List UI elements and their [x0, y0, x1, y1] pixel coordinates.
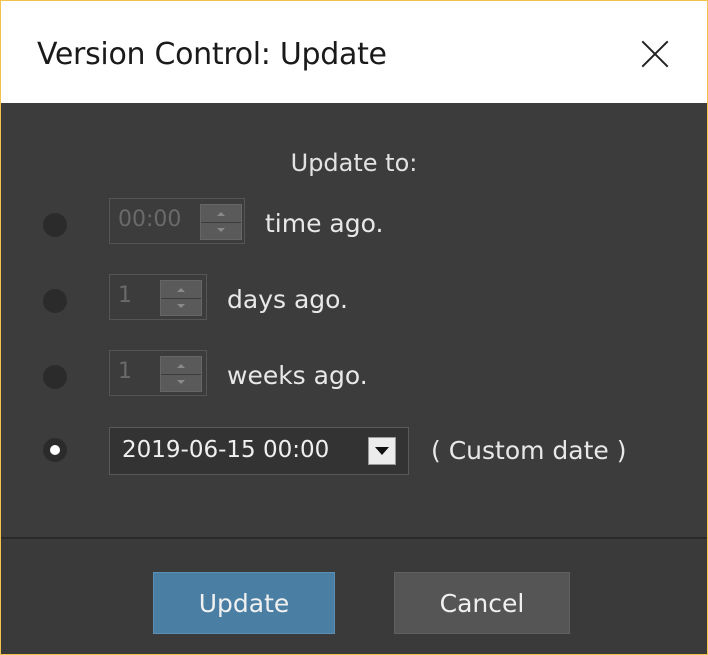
radio-time-ago[interactable] [43, 213, 67, 237]
radio-weeks-ago[interactable] [43, 365, 67, 389]
days-ago-stepper[interactable] [160, 280, 202, 316]
chevron-up-icon[interactable] [161, 357, 201, 375]
dialog-footer [1, 539, 707, 654]
chevron-up-icon[interactable] [201, 205, 241, 223]
custom-date-value: 2019-06-15 00:00 [122, 437, 330, 463]
weeks-ago-value: 1 [118, 359, 132, 384]
update-to-heading: Update to: [290, 149, 418, 177]
weeks-ago-label: weeks ago. [227, 361, 368, 390]
days-ago-spinbox[interactable]: 1 [109, 274, 207, 320]
dropdown-arrow-icon[interactable] [368, 437, 396, 465]
update-button[interactable]: Update [153, 572, 335, 634]
cancel-button[interactable]: Cancel [394, 572, 570, 634]
chevron-down-icon[interactable] [161, 374, 201, 391]
days-ago-value: 1 [118, 283, 132, 308]
radio-days-ago[interactable] [43, 289, 67, 313]
time-ago-stepper[interactable] [200, 204, 242, 240]
close-icon[interactable] [631, 29, 681, 79]
custom-date-label: ( Custom date ) [431, 436, 627, 465]
chevron-down-icon[interactable] [201, 222, 241, 239]
chevron-up-icon[interactable] [161, 281, 201, 299]
chevron-down-icon[interactable] [161, 298, 201, 315]
dialog-window: Version Control: Update Update to: 00:00… [0, 0, 708, 655]
custom-date-select[interactable]: 2019-06-15 00:00 [109, 427, 409, 475]
time-ago-spinbox[interactable]: 00:00 [109, 198, 245, 244]
weeks-ago-stepper[interactable] [160, 356, 202, 392]
title-bar: Version Control: Update [1, 1, 707, 103]
time-ago-label: time ago. [265, 209, 384, 238]
days-ago-label: days ago. [227, 285, 348, 314]
window-title: Version Control: Update [37, 37, 387, 72]
weeks-ago-spinbox[interactable]: 1 [109, 350, 207, 396]
radio-custom-date[interactable] [43, 438, 67, 462]
time-ago-value: 00:00 [118, 207, 182, 232]
